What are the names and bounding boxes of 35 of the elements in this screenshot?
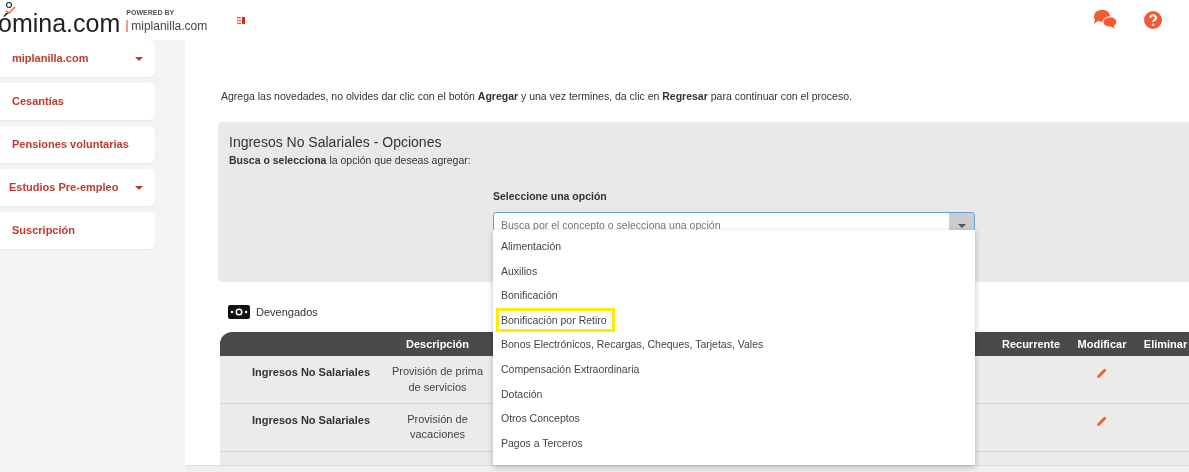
chat-icon[interactable] <box>1092 9 1118 31</box>
column-header: Eliminar <box>1142 337 1189 352</box>
menu-icon[interactable] <box>237 16 246 24</box>
column-header: Descripción <box>405 337 470 352</box>
sidebar-item[interactable]: Pensiones voluntarias <box>0 126 155 163</box>
dropdown-option[interactable]: Otros Conceptos <box>493 406 975 431</box>
dropdown-option[interactable]: Bonos Electrónicos, Recargas, Cheques, Tarjetas, Vales <box>493 332 975 357</box>
dropdown-option[interactable]: Pagos a Terceros <box>493 430 975 456</box>
table-cell-text: Ingresos No Salariales <box>251 413 371 429</box>
dropdown-option[interactable]: Bonificación <box>493 283 975 308</box>
column-header: Recurrente <box>1000 337 1062 352</box>
table-cell-text: Ingresos No Salariales <box>251 365 371 381</box>
section-title: Devengados <box>256 304 318 320</box>
select-label: Seleccione una opción <box>493 188 608 204</box>
dropdown-option[interactable]: Compensación Extraordinaria <box>493 356 975 382</box>
sidebar-item[interactable]: Suscripción <box>0 212 155 249</box>
table-cell-text: Provisión de prima de servicios <box>390 364 485 395</box>
dropdown-option[interactable]: Dotación <box>493 381 975 407</box>
sidebar-item[interactable]: miplanilla.com <box>0 40 155 77</box>
money-icon <box>228 305 250 319</box>
person-icon <box>3 2 17 14</box>
column-header: Modificar <box>1076 337 1128 352</box>
horizontal-scrollbar[interactable] <box>185 465 1189 472</box>
sidebar-item[interactable]: Cesantías <box>0 83 155 120</box>
dropdown-option[interactable]: Bonificación por Retiro <box>493 307 975 333</box>
instructions-text: Agrega las novedades, no olvides dar clic con el botón Agregar y una vez termines, da clic en Regresar para continuar con el proceso. <box>221 89 853 104</box>
help-icon[interactable] <box>1144 11 1162 29</box>
edit-icon[interactable] <box>1096 415 1108 428</box>
sidebar-item[interactable]: Estudios Pre-empleo <box>0 169 155 206</box>
partner-logo-text: miplanilla.com <box>126 19 208 32</box>
dropdown-option[interactable]: Auxilios <box>493 258 975 284</box>
panel-subtitle: Busca o selecciona la opción que deseas agregar: <box>229 152 472 168</box>
table-cell-text: Provisión de vacaciones <box>406 412 469 443</box>
panel-title: Ingresos No Salariales - Opciones <box>229 132 443 152</box>
edit-icon[interactable] <box>1096 367 1108 380</box>
